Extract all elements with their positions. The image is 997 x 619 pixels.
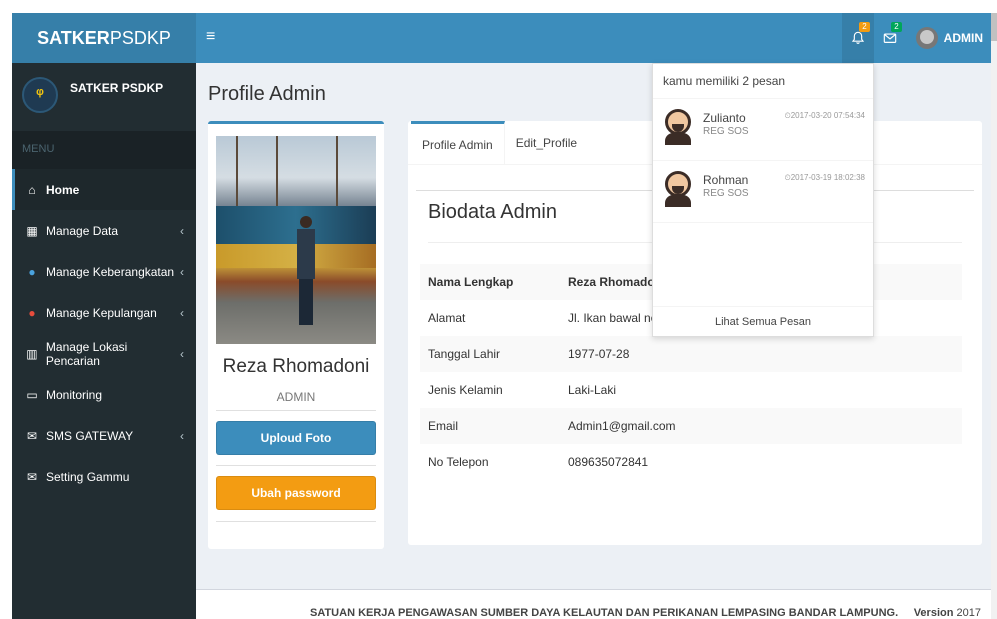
footer-text: SATUAN KERJA PENGAWASAN SUMBER DAYA KELA…	[310, 607, 899, 619]
row-label: Tanggal Lahir	[420, 336, 560, 372]
table-row: Jenis Kelamin Laki-Laki	[420, 372, 962, 408]
sidebar-item-label: Manage Data	[46, 223, 119, 238]
message-subject: REG SOS	[703, 126, 749, 137]
navbar-right: 2 2 ADMIN	[841, 13, 991, 63]
sidebar-item-monitoring[interactable]: ▭ Monitoring	[12, 374, 196, 415]
message-time: ⏲2017-03-20 07:54:34	[784, 111, 865, 120]
sidebar-item-label: SMS GATEWAY	[46, 428, 134, 443]
sidebar-item-label: Monitoring	[46, 387, 103, 402]
tab-profile-admin[interactable]: Profile Admin	[411, 121, 505, 165]
sidebar-item-manage-keberangkatan[interactable]: ● Manage Keberangkatan ‹	[12, 251, 196, 292]
messages-dropdown: kamu memiliki 2 pesan Zulianto REG SOS ⏲…	[652, 63, 874, 337]
avatar	[915, 27, 938, 49]
profile-box: Reza Rhomadoni ADMIN Uploud Foto Ubah pa…	[208, 121, 384, 549]
bell-icon	[851, 31, 864, 44]
row-value: Laki-Laki	[568, 383, 617, 397]
photo-person	[296, 216, 316, 326]
message-subject: REG SOS	[703, 188, 749, 199]
chevron-left-icon: ‹	[180, 223, 184, 238]
map-icon: ▥	[26, 346, 38, 361]
user-menu[interactable]: ADMIN	[906, 13, 991, 63]
row-value: Admin1@gmail.com	[560, 408, 962, 444]
app-logo[interactable]: SATKER PSDKP	[12, 13, 196, 63]
user-icon: ●	[28, 305, 36, 320]
table-row: Tanggal Lahir 1977-07-28	[420, 336, 962, 372]
sidebar: ᵠ SATKER PSDKP MENU ⌂ Home ▦ Manage Data…	[12, 63, 196, 619]
message-item[interactable]: Rohman REG SOS ⏲2017-03-19 18:02:38	[653, 161, 873, 223]
biodata-title: Biodata Admin	[428, 201, 557, 223]
profile-photo	[216, 136, 376, 344]
user-icon: ●	[28, 264, 36, 279]
sidebar-item-label: Home	[46, 182, 80, 197]
sidebar-user-name: SATKER PSDKP	[70, 81, 164, 95]
psdkp-logo-icon: ᵠ	[22, 77, 58, 113]
user-name: ADMIN	[943, 31, 983, 45]
envelope-outline-icon: ✉	[26, 428, 38, 443]
divider	[216, 465, 376, 466]
divider	[216, 410, 376, 411]
sidebar-item-label: Setting Gammu	[46, 469, 130, 484]
avatar	[663, 171, 693, 211]
chevron-left-icon: ‹	[180, 346, 184, 361]
logo-text: PSDKP	[109, 27, 171, 48]
row-label: No Telepon	[428, 455, 489, 469]
app-frame: SATKER PSDKP ≡ 2 2 ADMIN ᵠ SATKER PSDKP M…	[12, 13, 991, 619]
scrollbar-thumb[interactable]	[991, 13, 997, 41]
row-value: 089635072841	[568, 455, 649, 469]
row-label: Jenis Kelamin	[428, 383, 503, 397]
sidebar-item-sms-gateway[interactable]: ✉ SMS GATEWAY ‹	[12, 415, 196, 456]
message-time: ⏲2017-03-19 18:02:38	[784, 173, 865, 182]
footer-version: Version 2017	[914, 607, 981, 619]
sidebar-menu-header: MENU	[12, 131, 196, 169]
row-value: 1977-07-28	[560, 336, 962, 372]
table-row: No Telepon 089635072841	[420, 444, 962, 480]
row-label: Alamat	[428, 311, 466, 325]
sidebar-item-manage-kepulangan[interactable]: ● Manage Kepulangan ‹	[12, 292, 196, 333]
sidebar-item-setting-gammu[interactable]: ✉ Setting Gammu	[12, 456, 196, 497]
home-icon: ⌂	[28, 182, 36, 197]
sidebar-item-home[interactable]: ⌂ Home	[12, 169, 196, 210]
row-label: Nama Lengkap	[420, 264, 560, 300]
sidebar-user-panel: ᵠ SATKER PSDKP	[12, 63, 196, 131]
sidebar-item-label: Manage Kepulangan	[46, 305, 157, 320]
version-value: 2017	[956, 607, 981, 619]
message-item[interactable]: Zulianto REG SOS ⏲2017-03-20 07:54:34	[653, 99, 873, 161]
table-icon: ▦	[26, 223, 38, 238]
notifications-button[interactable]: 2	[841, 13, 874, 63]
chevron-left-icon: ‹	[180, 428, 184, 443]
avatar	[663, 109, 693, 149]
messages-badge: 2	[891, 22, 902, 32]
see-all-messages-link[interactable]: Lihat Semua Pesan	[653, 306, 873, 336]
top-navbar: ≡ 2 2 ADMIN	[196, 13, 991, 63]
dropdown-header: kamu memiliki 2 pesan	[653, 64, 873, 99]
divider	[216, 521, 376, 522]
page-title: Profile Admin	[208, 83, 326, 105]
messages-button[interactable]: 2	[874, 13, 906, 63]
page-scrollbar[interactable]	[991, 13, 997, 619]
tab-edit-profile[interactable]: Edit_Profile	[505, 121, 588, 165]
upload-photo-button[interactable]: Uploud Foto	[216, 421, 376, 455]
table-row: Email Admin1@gmail.com	[420, 408, 962, 444]
profile-role: ADMIN	[276, 390, 316, 404]
logo-bold-text: SATKER	[37, 27, 110, 48]
chevron-left-icon: ‹	[180, 305, 184, 320]
sidebar-item-label: Manage Lokasi Pencarian	[45, 339, 128, 368]
monitor-icon: ▭	[26, 387, 38, 402]
envelope-icon: ✉	[26, 469, 38, 484]
envelope-outline-icon	[883, 33, 896, 43]
profile-name: Reza Rhomadoni	[222, 356, 370, 377]
sidebar-toggle-icon[interactable]: ≡	[206, 28, 215, 46]
page-footer: SATUAN KERJA PENGAWASAN SUMBER DAYA KELA…	[196, 589, 991, 619]
chevron-left-icon: ‹	[180, 264, 184, 279]
change-password-button[interactable]: Ubah password	[216, 476, 376, 510]
sidebar-item-label: Manage Keberangkatan	[46, 264, 175, 279]
sidebar-item-manage-lokasi[interactable]: ▥ Manage Lokasi Pencarian ‹	[12, 333, 196, 374]
version-label: Version	[913, 607, 954, 619]
sidebar-item-manage-data[interactable]: ▦ Manage Data ‹	[12, 210, 196, 251]
row-label: Email	[420, 408, 560, 444]
notifications-badge: 2	[859, 22, 870, 32]
